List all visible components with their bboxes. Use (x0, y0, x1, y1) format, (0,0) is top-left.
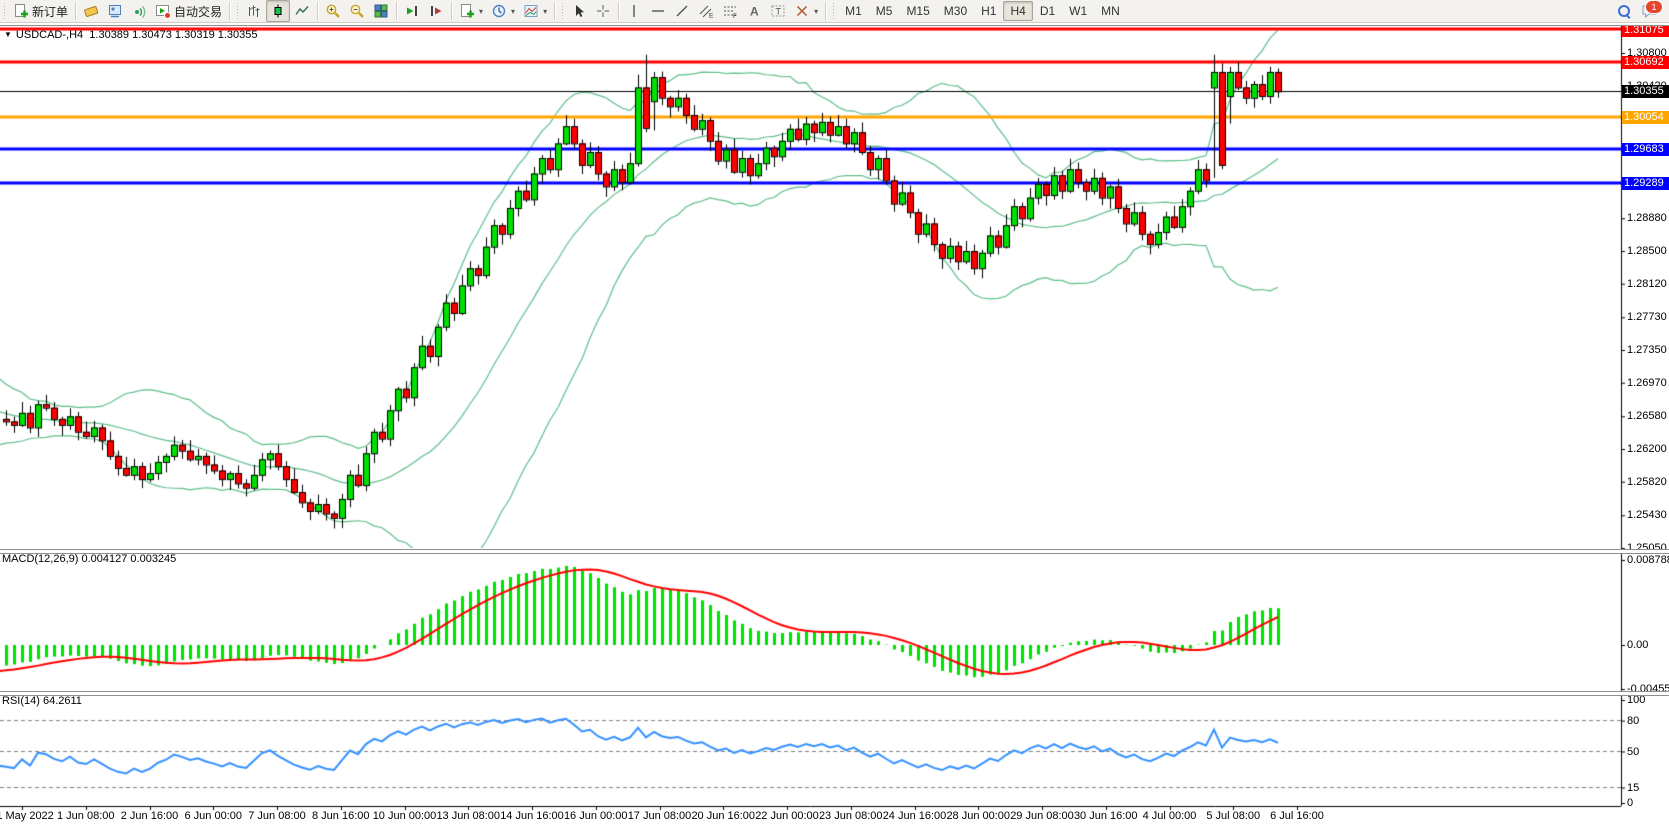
trendline-icon (674, 3, 690, 19)
caret-down-icon: ▾ (814, 7, 818, 16)
zoom-in-button[interactable] (321, 0, 345, 22)
channel-tool-button[interactable]: E (694, 0, 718, 22)
auto-scroll-icon (404, 3, 420, 19)
symbol-period-label: USDCAD-,H4 (16, 29, 83, 41)
fibonacci-icon: F (722, 3, 738, 19)
chart-window: ▼ USDCAD-,H4 1.30389 1.30473 1.30319 1.30… (0, 22, 1669, 826)
candlestick-icon (270, 3, 286, 19)
arrows-icon (794, 3, 810, 19)
main-toolbar: 新订单 自动交易 ▾ ▾ ▾ E F A T ▾ M1 M5 M15 M30 H… (0, 0, 1669, 23)
macd-indicator-label: MACD(12,26,9) 0.004127 0.003245 (2, 553, 176, 565)
new-order-button[interactable]: 新订单 (9, 0, 72, 22)
new-order-icon (13, 3, 29, 19)
crosshair-icon (595, 3, 611, 19)
collapse-icon[interactable]: ▼ (4, 30, 12, 39)
signal-icon (131, 3, 147, 19)
ticket-icon (83, 3, 99, 19)
tile-windows-icon (373, 3, 389, 19)
ticket-button[interactable] (79, 0, 103, 22)
ohlc-values-label: 1.30389 1.30473 1.30319 1.30355 (89, 29, 257, 41)
macd-panel-divider[interactable] (0, 549, 1669, 554)
rsi-indicator-label: RSI(14) 64.2611 (2, 695, 82, 707)
rsi-panel-divider[interactable] (0, 691, 1669, 696)
text-label-tool-button[interactable]: T (766, 0, 790, 22)
timeframe-m5-button[interactable]: M5 (869, 1, 900, 21)
candlestick-chart-button[interactable] (266, 0, 290, 22)
vertical-line-tool-button[interactable] (622, 0, 646, 22)
caret-down-icon: ▾ (511, 7, 515, 16)
tile-windows-button[interactable] (369, 0, 393, 22)
autotrading-icon (155, 3, 171, 19)
crosshair-tool-button[interactable] (591, 0, 615, 22)
line-chart-icon (294, 3, 310, 19)
timeframe-mn-button[interactable]: MN (1094, 1, 1127, 21)
toolbar-grip[interactable] (2, 3, 7, 19)
timeframe-d1-button[interactable]: D1 (1033, 1, 1062, 21)
timeframe-w1-button[interactable]: W1 (1062, 1, 1094, 21)
fibonacci-tool-button[interactable]: F (718, 0, 742, 22)
text-icon: A (746, 3, 762, 19)
channel-icon: E (698, 3, 714, 19)
profiles-button[interactable]: ▾ (487, 0, 519, 22)
zoom-out-icon (349, 3, 365, 19)
timeframe-m30-button[interactable]: M30 (937, 1, 974, 21)
cursor-tool-button[interactable] (567, 0, 591, 22)
new-order-label: 新订单 (32, 3, 68, 20)
new-chart-icon (459, 3, 475, 19)
new-chart-button[interactable]: ▾ (455, 0, 487, 22)
chat-button[interactable]: 1 (1641, 3, 1659, 19)
zoom-out-button[interactable] (345, 0, 369, 22)
caret-down-icon: ▾ (543, 7, 547, 16)
search-icon[interactable] (1617, 4, 1631, 18)
chart-canvas[interactable] (0, 22, 1669, 826)
timeframe-m1-button[interactable]: M1 (838, 1, 869, 21)
autotrading-label: 自动交易 (174, 3, 222, 20)
svg-text:T: T (776, 7, 782, 17)
cursor-icon (571, 3, 587, 19)
autotrading-button[interactable]: 自动交易 (151, 0, 226, 22)
bar-chart-button[interactable] (242, 0, 266, 22)
svg-text:E: E (709, 13, 714, 20)
timeframe-h1-button[interactable]: H1 (974, 1, 1003, 21)
terminal-icon (107, 3, 123, 19)
caret-down-icon: ▾ (479, 7, 483, 16)
svg-text:F: F (733, 13, 737, 19)
trendline-tool-button[interactable] (670, 0, 694, 22)
signal-button[interactable] (127, 0, 151, 22)
horizontal-line-tool-button[interactable] (646, 0, 670, 22)
line-chart-button[interactable] (290, 0, 314, 22)
indicators-icon (523, 3, 539, 19)
arrows-tool-button[interactable]: ▾ (790, 0, 822, 22)
text-label-icon: T (770, 3, 786, 19)
auto-scroll-button[interactable] (400, 0, 424, 22)
bar-chart-icon (246, 3, 262, 19)
timeframe-h4-button[interactable]: H4 (1003, 1, 1032, 21)
timeframe-m15-button[interactable]: M15 (899, 1, 936, 21)
notification-badge: 1 (1645, 0, 1663, 14)
clock-icon (491, 3, 507, 19)
text-tool-button[interactable]: A (742, 0, 766, 22)
svg-text:A: A (750, 5, 759, 19)
zoom-in-icon (325, 3, 341, 19)
chart-title: ▼ USDCAD-,H4 1.30389 1.30473 1.30319 1.30… (4, 29, 258, 41)
chart-shift-button[interactable] (424, 0, 448, 22)
horizontal-line-icon (650, 3, 666, 19)
vertical-line-icon (626, 3, 642, 19)
chart-shift-icon (428, 3, 444, 19)
indicators-button[interactable]: ▾ (519, 0, 551, 22)
terminal-button[interactable] (103, 0, 127, 22)
